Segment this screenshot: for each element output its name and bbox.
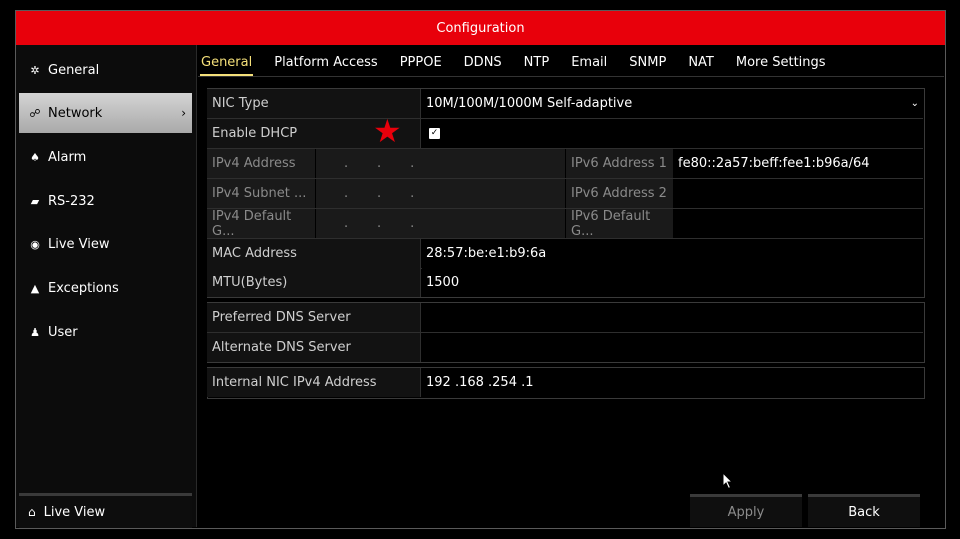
- tab-general[interactable]: General: [200, 52, 254, 76]
- alternate-dns-row: Alternate DNS Server: [207, 333, 923, 362]
- internal-nic-row: Internal NIC IPv4 Address 192 .168 .254 …: [207, 368, 923, 397]
- chevron-right-icon: ›: [181, 106, 186, 120]
- sidebar-item-network[interactable]: ☍ Network ›: [19, 93, 192, 133]
- sidebar: ✲ General ☍ Network › ♠ Alarm ▰ RS-232 ◉…: [16, 45, 197, 528]
- sidebar-item-exceptions[interactable]: ▲ Exceptions: [19, 268, 192, 308]
- alternate-dns-input[interactable]: [422, 333, 923, 362]
- nic-type-select[interactable]: 10M/100M/1000M Self-adaptive ⌄: [422, 89, 923, 118]
- mouse-cursor-icon: [722, 472, 734, 490]
- tab-snmp[interactable]: SNMP: [628, 52, 667, 76]
- ipv6-gateway-field[interactable]: [674, 209, 923, 238]
- live-view-label: Live View: [43, 504, 106, 520]
- mac-address-label: MAC Address: [207, 239, 421, 268]
- ipv4-subnet-field: . . .: [316, 179, 565, 208]
- enable-dhcp-checkbox[interactable]: ✓: [429, 128, 440, 139]
- tab-more-settings[interactable]: More Settings: [735, 52, 827, 76]
- enable-dhcp-row: Enable DHCP ✓: [207, 119, 923, 149]
- sidebar-item-label: Exceptions: [48, 280, 119, 296]
- sidebar-item-rs232[interactable]: ▰ RS-232: [19, 181, 192, 221]
- ipv4-gateway-field: . . .: [316, 209, 565, 238]
- internal-nic-label: Internal NIC IPv4 Address: [207, 368, 421, 397]
- alternate-dns-label: Alternate DNS Server: [207, 333, 421, 362]
- tab-ntp[interactable]: NTP: [523, 52, 551, 76]
- sidebar-item-label: RS-232: [48, 193, 95, 209]
- ipv4-gateway-row: IPv4 Default G... . . . IPv6 Default G..…: [207, 209, 923, 239]
- apply-button[interactable]: Apply: [690, 494, 802, 527]
- tab-bar: General Platform Access PPPOE DDNS NTP E…: [200, 52, 847, 76]
- mtu-row: MTU(Bytes) 1500: [207, 268, 923, 297]
- preferred-dns-input[interactable]: [422, 303, 923, 332]
- ipv4-address-field: . . .: [316, 149, 565, 178]
- nic-type-row: NIC Type 10M/100M/1000M Self-adaptive ⌄: [207, 89, 923, 119]
- network-icon: ☍: [29, 106, 41, 120]
- mtu-label: MTU(Bytes): [207, 268, 421, 297]
- mtu-input[interactable]: 1500: [422, 268, 923, 297]
- preferred-dns-row: Preferred DNS Server: [207, 303, 923, 333]
- star-marker-icon: ★: [373, 112, 402, 150]
- back-button[interactable]: Back: [808, 494, 920, 527]
- live-view-button[interactable]: ⌂ Live View: [19, 493, 192, 528]
- enable-dhcp-cell: ✓: [422, 119, 923, 148]
- ipv6-address-2-field[interactable]: [674, 179, 923, 208]
- tab-nat[interactable]: NAT: [687, 52, 715, 76]
- ipv6-address-1-field[interactable]: fe80::2a57:beff:fee1:b96a/64: [674, 149, 923, 178]
- sidebar-item-user[interactable]: ♟ User: [19, 312, 192, 352]
- window-title: Configuration: [436, 20, 525, 36]
- eye-icon: ◉: [30, 237, 40, 251]
- sidebar-item-general[interactable]: ✲ General: [19, 50, 192, 90]
- ipv4-address-row: IPv4 Address . . . IPv6 Address 1 fe80::…: [207, 149, 923, 179]
- sidebar-item-label: User: [48, 324, 78, 340]
- gear-icon: ✲: [30, 63, 40, 77]
- mac-address-value: 28:57:be:e1:b9:6a: [422, 239, 923, 268]
- ipv4-subnet-label: IPv4 Subnet ...: [207, 179, 315, 208]
- home-icon: ⌂: [28, 505, 36, 519]
- ipv4-address-label: IPv4 Address: [207, 149, 315, 178]
- nic-type-value: 10M/100M/1000M Self-adaptive: [426, 96, 633, 111]
- ipv6-address-2-label: IPv6 Address 2: [566, 179, 673, 208]
- sidebar-item-label: Network: [48, 105, 103, 121]
- window-title-bar: Configuration: [16, 11, 945, 45]
- warning-icon: ▲: [30, 281, 40, 295]
- tab-ddns[interactable]: DDNS: [463, 52, 503, 76]
- internal-nic-input[interactable]: 192 .168 .254 .1: [422, 368, 923, 397]
- preferred-dns-label: Preferred DNS Server: [207, 303, 421, 332]
- sidebar-item-live-view[interactable]: ◉ Live View: [19, 224, 192, 264]
- sidebar-item-alarm[interactable]: ♠ Alarm: [19, 137, 192, 177]
- tab-platform-access[interactable]: Platform Access: [273, 52, 378, 76]
- ipv4-subnet-row: IPv4 Subnet ... . . . IPv6 Address 2: [207, 179, 923, 209]
- sidebar-item-label: General: [48, 62, 100, 78]
- sidebar-item-label: Live View: [48, 236, 110, 252]
- alarm-icon: ♠: [30, 150, 40, 164]
- tab-pppoe[interactable]: PPPOE: [399, 52, 443, 76]
- mac-address-row: MAC Address 28:57:be:e1:b9:6a: [207, 239, 923, 269]
- users-icon: ♟: [30, 325, 40, 339]
- ipv4-gateway-label: IPv4 Default G...: [207, 209, 315, 239]
- tab-divider: [198, 76, 944, 77]
- chevron-down-icon: ⌄: [910, 98, 919, 109]
- ipv6-address-1-label: IPv6 Address 1: [566, 149, 673, 178]
- sidebar-item-label: Alarm: [48, 149, 87, 165]
- ipv6-gateway-label: IPv6 Default G...: [566, 209, 673, 239]
- tab-email[interactable]: Email: [570, 52, 608, 76]
- serial-port-icon: ▰: [30, 194, 40, 208]
- checkmark-icon: ✓: [430, 128, 439, 138]
